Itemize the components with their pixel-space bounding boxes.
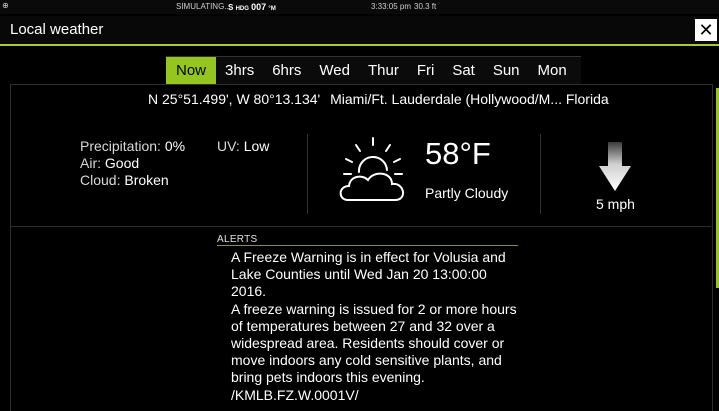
divider-right — [540, 134, 541, 214]
forecast-tabs: Now 3hrs 6hrs Wed Thur Fri Sat Sun Mon — [166, 56, 581, 84]
air-row: Air: Good — [80, 155, 185, 172]
location-coordinates: N 25°51.499', W 80°13.134' — [148, 91, 321, 107]
alerts-label: ALERTS — [217, 234, 258, 245]
heading-readout: S HDG 007 °M — [228, 2, 276, 12]
cloud-value: Broken — [124, 172, 169, 188]
divider-alerts — [10, 226, 711, 227]
uv-label: UV: — [217, 138, 240, 154]
tab-fri[interactable]: Fri — [407, 56, 444, 84]
wind-speed: 5 mph — [596, 196, 635, 212]
window-title: Local weather — [10, 21, 104, 38]
cloud-row: Cloud: Broken — [80, 172, 185, 189]
title-accent-line — [0, 44, 719, 46]
cloud-label: Cloud: — [80, 172, 121, 188]
divider-left — [307, 134, 308, 214]
location-line: N 25°51.499', W 80°13.134' Miami/Ft. Lau… — [148, 91, 609, 107]
tab-sun[interactable]: Sun — [483, 56, 529, 84]
temperature: 58°F — [425, 136, 491, 171]
simulating-status: SIMULATING... — [176, 2, 231, 11]
partly-cloudy-icon — [339, 137, 404, 201]
conditions-block: Precipitation: 0% Air: Good Cloud: Broke… — [80, 138, 185, 189]
location-place: Miami/Ft. Lauderdale (Hollywood/M... Flo… — [330, 91, 609, 107]
tab-wed[interactable]: Wed — [310, 56, 359, 84]
uv-value: Low — [243, 138, 270, 154]
clock: 3:33:05 pm — [371, 2, 412, 11]
status-bar: ⊕ SIMULATING... S HDG 007 °M 3:33:05 pm … — [0, 0, 719, 14]
tab-mon[interactable]: Mon — [528, 56, 581, 84]
tab-thur[interactable]: Thur — [358, 56, 408, 84]
depth-readout: 30.3 ft — [414, 2, 437, 11]
tab-3hrs[interactable]: 3hrs — [216, 56, 264, 84]
globe-icon: ⊕ — [2, 1, 9, 10]
precipitation-value: 0% — [164, 138, 186, 154]
alerts-underline — [217, 245, 518, 246]
uv-row: UV: Low — [217, 138, 269, 154]
air-label: Air: — [80, 155, 101, 171]
wind-direction-arrow-icon — [599, 142, 631, 191]
tab-6hrs[interactable]: 6hrs — [263, 56, 311, 84]
alerts-text: A Freeze Warning is in effect for Volusi… — [231, 249, 517, 403]
precipitation-label: Precipitation: — [80, 138, 161, 154]
condition-text: Partly Cloudy — [425, 185, 509, 201]
title-bar: Local weather ✕ — [0, 16, 719, 44]
air-value: Good — [104, 155, 140, 171]
tab-sat[interactable]: Sat — [443, 56, 484, 84]
precipitation-row: Precipitation: 0% — [80, 138, 185, 155]
close-button[interactable]: ✕ — [695, 19, 717, 41]
close-icon: ✕ — [698, 20, 714, 40]
tab-now[interactable]: Now — [166, 56, 217, 84]
